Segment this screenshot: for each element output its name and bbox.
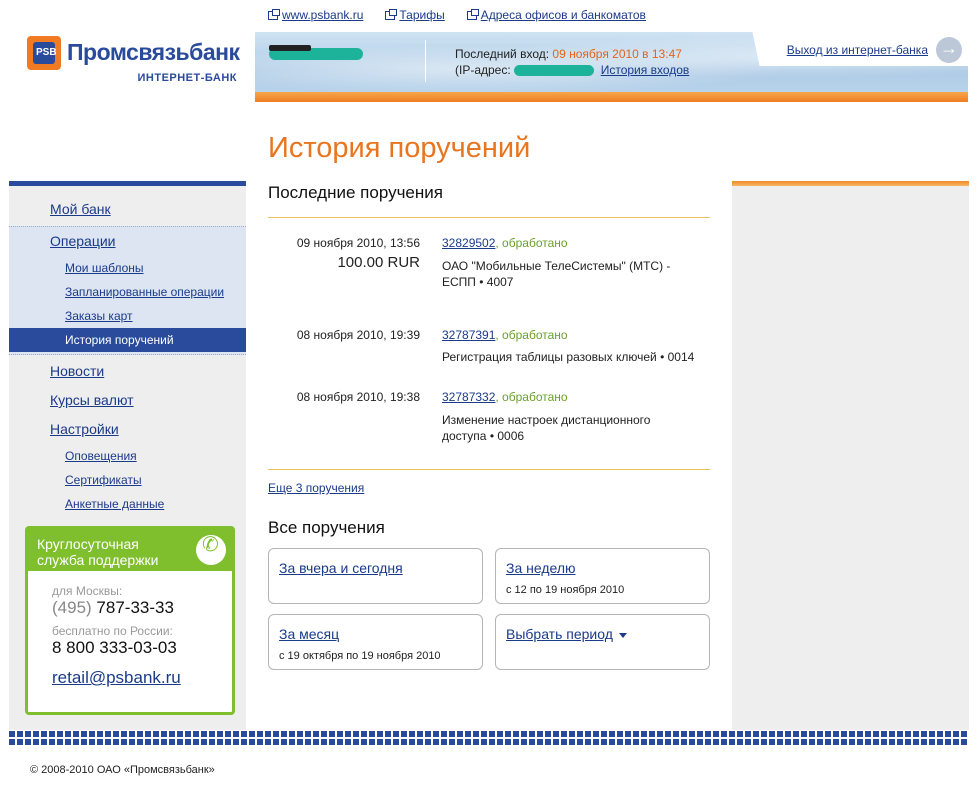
russia-label: бесплатно по России:: [52, 624, 173, 638]
bank-logo[interactable]: PSB Промсвязьбанк ИНТЕРНЕТ-БАНК: [27, 36, 240, 86]
order-number-link[interactable]: 32787332: [442, 390, 495, 404]
order-amount: 100.00 RUR: [337, 254, 420, 271]
external-link-icon: [268, 8, 280, 20]
ip-label: (IP-адрес:: [455, 63, 511, 77]
right-sidebar: [732, 181, 969, 730]
order-status: , обработано: [495, 328, 568, 342]
top-link-offices[interactable]: Адреса офисов и банкоматов: [466, 8, 646, 22]
top-link-label[interactable]: Адреса офисов и банкоматов: [481, 8, 646, 22]
login-history-link[interactable]: История входов: [601, 63, 690, 77]
more-orders-link[interactable]: Еще 3 поручения: [268, 481, 364, 495]
logout-button[interactable]: Выход из интернет-банка: [787, 37, 962, 63]
nav-certificates[interactable]: Сертификаты: [9, 468, 246, 492]
logo-mark-text: PSB: [36, 47, 57, 58]
moscow-code: (495): [52, 598, 92, 617]
moscow-label: для Москвы:: [52, 584, 123, 598]
banner-divider: [425, 40, 426, 82]
support-body: для Москвы: (495) 787-33-33 бесплатно по…: [28, 571, 232, 688]
nav-notifications[interactable]: Оповещения: [9, 444, 246, 468]
filter-card-week[interactable]: За неделю с 12 по 19 ноября 2010: [495, 548, 710, 604]
left-sidebar: Мой банк Операции Мои шаблоны Запланиров…: [9, 181, 257, 730]
order-description: Изменение настроек дистанционного доступ…: [442, 413, 651, 443]
nav-operations-group: Операции Мои шаблоны Запланированные опе…: [9, 226, 257, 355]
support-email-link[interactable]: retail@psbank.ru: [52, 668, 181, 688]
nav-operations[interactable]: Операции: [9, 227, 246, 256]
phone-icon: [196, 535, 226, 565]
all-orders-heading: Все поручения: [268, 518, 385, 537]
logo-subtitle: ИНТЕРНЕТ-БАНК: [137, 72, 237, 84]
top-links: www.psbank.ru Тарифы Адреса офисов и бан…: [268, 8, 646, 22]
orange-divider: [268, 217, 710, 218]
order-number: 32787391, обработано: [442, 328, 568, 342]
page-title: История поручений: [268, 132, 531, 164]
nav-history-active[interactable]: История поручений: [9, 328, 257, 352]
last-login-info: Последний вход: 09 ноября 2010 в 13:47 (…: [455, 46, 689, 78]
order-status: , обработано: [495, 236, 568, 250]
header-banner: Последний вход: 09 ноября 2010 в 13:47 (…: [255, 32, 968, 102]
filter-range: с 12 по 19 ноября 2010: [506, 584, 625, 596]
chevron-down-icon[interactable]: [618, 632, 627, 638]
support-header: Круглосуточная служба поддержки: [28, 529, 232, 571]
logout-link[interactable]: Выход из интернет-банка: [787, 43, 928, 57]
nav-rates[interactable]: Курсы валют: [9, 386, 246, 415]
filter-link[interactable]: За неделю: [506, 560, 576, 576]
orange-divider: [268, 469, 710, 470]
moscow-phone: (495) 787-33-33: [52, 598, 232, 618]
filter-card-choose-period[interactable]: Выбрать период: [495, 614, 710, 670]
order-number-link[interactable]: 32787391: [442, 328, 495, 342]
order-number: 32787332, обработано: [442, 390, 568, 404]
order-row: 08 ноября 2010, 19:38 32787332, обработа…: [268, 390, 710, 450]
order-datetime: 08 ноября 2010, 19:38: [296, 390, 420, 404]
filter-link[interactable]: За вчера и сегодня: [279, 560, 403, 576]
order-number: 32829502, обработано: [442, 236, 568, 250]
last-login-label: Последний вход:: [455, 47, 550, 61]
top-link-tariffs[interactable]: Тарифы: [385, 8, 445, 22]
filter-link[interactable]: Выбрать период: [506, 626, 613, 642]
order-number-link[interactable]: 32829502: [442, 236, 495, 250]
main-content: Последние поручения 09 ноября 2010, 13:5…: [246, 181, 732, 730]
last-login-date: 09 ноября 2010 в 13:47: [552, 47, 682, 61]
order-description: Регистрация таблицы разовых ключей • 001…: [442, 350, 695, 364]
main-navigation: Мой банк Операции Мои шаблоны Запланиров…: [9, 195, 257, 516]
nav-profile[interactable]: Анкетные данные: [9, 492, 246, 516]
redacted-ip: [514, 65, 595, 77]
nav-news[interactable]: Новости: [9, 357, 246, 386]
psb-logo-icon: PSB: [27, 36, 61, 70]
order-description: ОАО "Мобильные ТелеСистемы" (МТС) - ЕСПП…: [442, 259, 671, 289]
support-box: Круглосуточная служба поддержки для Моск…: [25, 526, 235, 715]
moscow-number: 787-33-33: [96, 598, 174, 617]
filter-range: с 19 октября по 19 ноября 2010: [279, 650, 441, 662]
nav-my-bank[interactable]: Мой банк: [9, 195, 246, 224]
top-link-psbank[interactable]: www.psbank.ru: [268, 8, 363, 22]
filter-link[interactable]: За месяц: [279, 626, 339, 642]
right-top-line: [732, 181, 969, 186]
logout-box: Выход из интернет-банка: [768, 32, 968, 66]
recent-orders-heading: Последние поручения: [268, 183, 443, 202]
order-row: 08 ноября 2010, 19:39 32787391, обработа…: [268, 328, 710, 368]
nav-templates[interactable]: Мои шаблоны: [9, 256, 246, 280]
order-status: , обработано: [495, 390, 568, 404]
top-link-label[interactable]: Тарифы: [399, 8, 444, 22]
order-datetime: 08 ноября 2010, 19:39: [296, 328, 420, 342]
external-link-icon: [466, 8, 479, 20]
footer-copyright: © 2008-2010 ОАО «Промсвязьбанк»: [30, 764, 215, 776]
filter-card-yesterday-today[interactable]: За вчера и сегодня: [268, 548, 483, 604]
sidebar-top-line: [9, 181, 246, 186]
top-link-label[interactable]: www.psbank.ru: [282, 8, 363, 22]
external-link-icon: [385, 8, 398, 20]
logo-name: Промсвязьбанк: [67, 39, 240, 65]
redacted-user-name: [269, 45, 363, 60]
order-row: 09 ноября 2010, 13:56 100.00 RUR 3282950…: [268, 236, 710, 306]
nav-scheduled[interactable]: Запланированные операции: [9, 280, 246, 304]
filter-card-month[interactable]: За месяц с 19 октября по 19 ноября 2010: [268, 614, 483, 670]
banner-orange-strip: [255, 92, 968, 102]
nav-card-orders[interactable]: Заказы карт: [9, 304, 246, 328]
russia-phone: 8 800 333-03-03: [52, 638, 177, 657]
order-datetime: 09 ноября 2010, 13:56: [296, 236, 420, 250]
choose-period[interactable]: Выбрать период: [506, 626, 627, 642]
footer-stripe: [9, 731, 969, 745]
nav-settings[interactable]: Настройки: [9, 415, 246, 444]
arrow-right-icon[interactable]: [936, 37, 962, 63]
